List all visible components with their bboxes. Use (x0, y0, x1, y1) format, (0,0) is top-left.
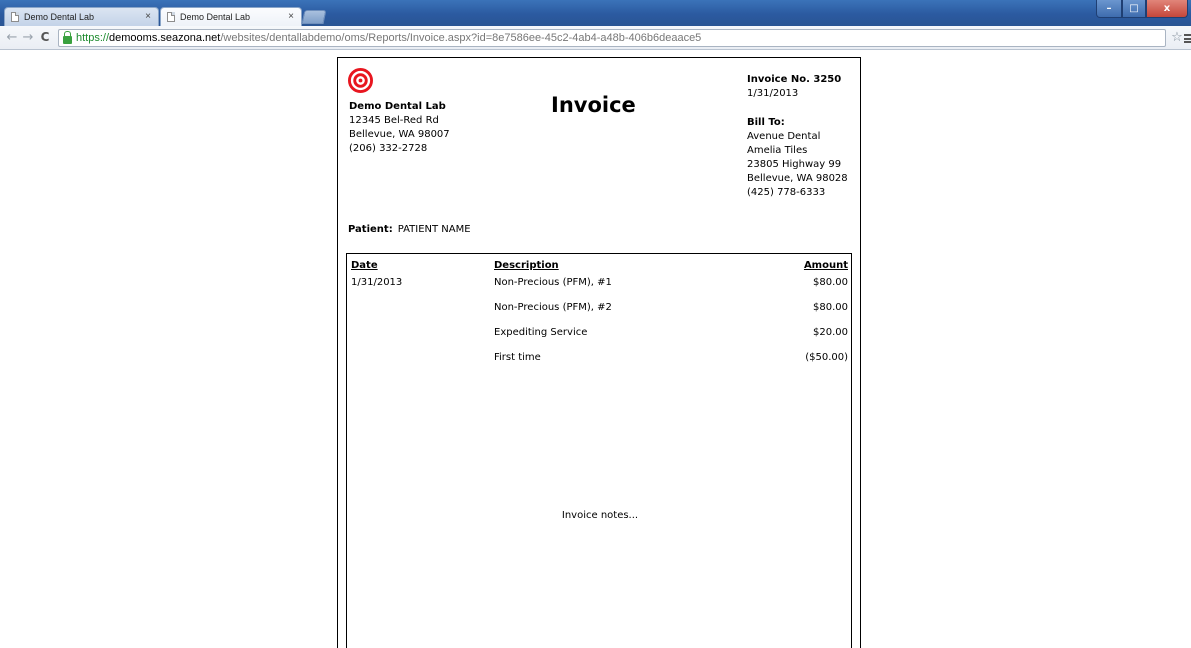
lab-phone: (206) 332-2728 (349, 143, 428, 154)
browser-tab-active[interactable]: Demo Dental Lab × (160, 7, 302, 26)
lab-address-line2: Bellevue, WA 98007 (349, 129, 450, 140)
maximize-button[interactable]: □ (1122, 0, 1146, 18)
browser-titlebar: Demo Dental Lab × Demo Dental Lab × – □ … (0, 0, 1191, 26)
bill-to-line: (425) 778-6333 (747, 187, 826, 198)
patient-label: Patient: (348, 224, 393, 235)
invoice-document: Demo Dental Lab 12345 Bel-Red Rd Bellevu… (337, 57, 861, 648)
url-host: demooms.seazona.net (109, 32, 221, 44)
column-header-date: Date (351, 260, 378, 271)
bill-to-label: Bill To: (747, 117, 785, 128)
patient-row: Patient: PATIENT NAME (348, 224, 471, 235)
row-amount: $20.00 (813, 327, 848, 338)
row-description: First time (494, 352, 541, 363)
bill-to-line: 23805 Highway 99 (747, 159, 842, 170)
bookmark-star-icon[interactable]: ☆ (1170, 30, 1184, 46)
line-items-table: Date Description Amount 1/31/2013 Non-Pr… (346, 253, 852, 648)
url-scheme: https:// (76, 32, 110, 44)
row-amount: $80.00 (813, 302, 848, 313)
row-description: Non-Precious (PFM), #2 (494, 302, 612, 313)
address-bar[interactable]: https:// demooms.seazona.net /websites/d… (58, 29, 1166, 47)
invoice-date: 1/31/2013 (747, 88, 799, 99)
column-header-description: Description (494, 260, 559, 271)
bill-to-line: Bellevue, WA 98028 (747, 173, 848, 184)
column-header-amount: Amount (803, 260, 848, 271)
browser-tab-inactive[interactable]: Demo Dental Lab × (4, 7, 159, 26)
reload-icon[interactable]: C (37, 29, 53, 46)
row-amount: $80.00 (813, 277, 848, 288)
row-description: Expediting Service (494, 327, 588, 338)
invoice-title: Invoice (551, 93, 636, 117)
new-tab-button[interactable] (301, 10, 327, 24)
close-window-button[interactable]: x (1146, 0, 1188, 18)
tab-close-icon[interactable]: × (284, 11, 298, 23)
row-amount: ($50.00) (805, 352, 848, 363)
invoice-number: Invoice No. 3250 (747, 74, 842, 85)
patient-name: PATIENT NAME (397, 224, 471, 235)
menu-icon[interactable] (1184, 34, 1191, 43)
minimize-button[interactable]: – (1096, 0, 1122, 18)
window-controls: – □ x (1096, 0, 1188, 18)
lab-name: Demo Dental Lab (349, 101, 446, 112)
invoice-notes: Invoice notes... (561, 510, 639, 521)
tab-title: Demo Dental Lab (24, 12, 95, 22)
back-arrow-icon[interactable]: ← (4, 29, 20, 46)
row-date: 1/31/2013 (351, 277, 403, 288)
browser-toolbar: ← → C https:// demooms.seazona.net /webs… (0, 26, 1191, 50)
page-icon (167, 12, 175, 22)
url-path: /websites/dentallabdemo/oms/Reports/Invo… (220, 32, 702, 44)
bill-to-line: Avenue Dental (747, 131, 821, 142)
page-icon (11, 12, 19, 22)
target-logo-icon (348, 68, 373, 93)
forward-arrow-icon[interactable]: → (20, 29, 36, 46)
lab-address-line1: 12345 Bel-Red Rd (349, 115, 439, 126)
tab-close-icon[interactable]: × (141, 11, 155, 23)
bill-to-line: Amelia Tiles (747, 145, 808, 156)
tab-title: Demo Dental Lab (180, 12, 251, 22)
lock-icon (63, 30, 72, 44)
row-description: Non-Precious (PFM), #1 (494, 277, 612, 288)
